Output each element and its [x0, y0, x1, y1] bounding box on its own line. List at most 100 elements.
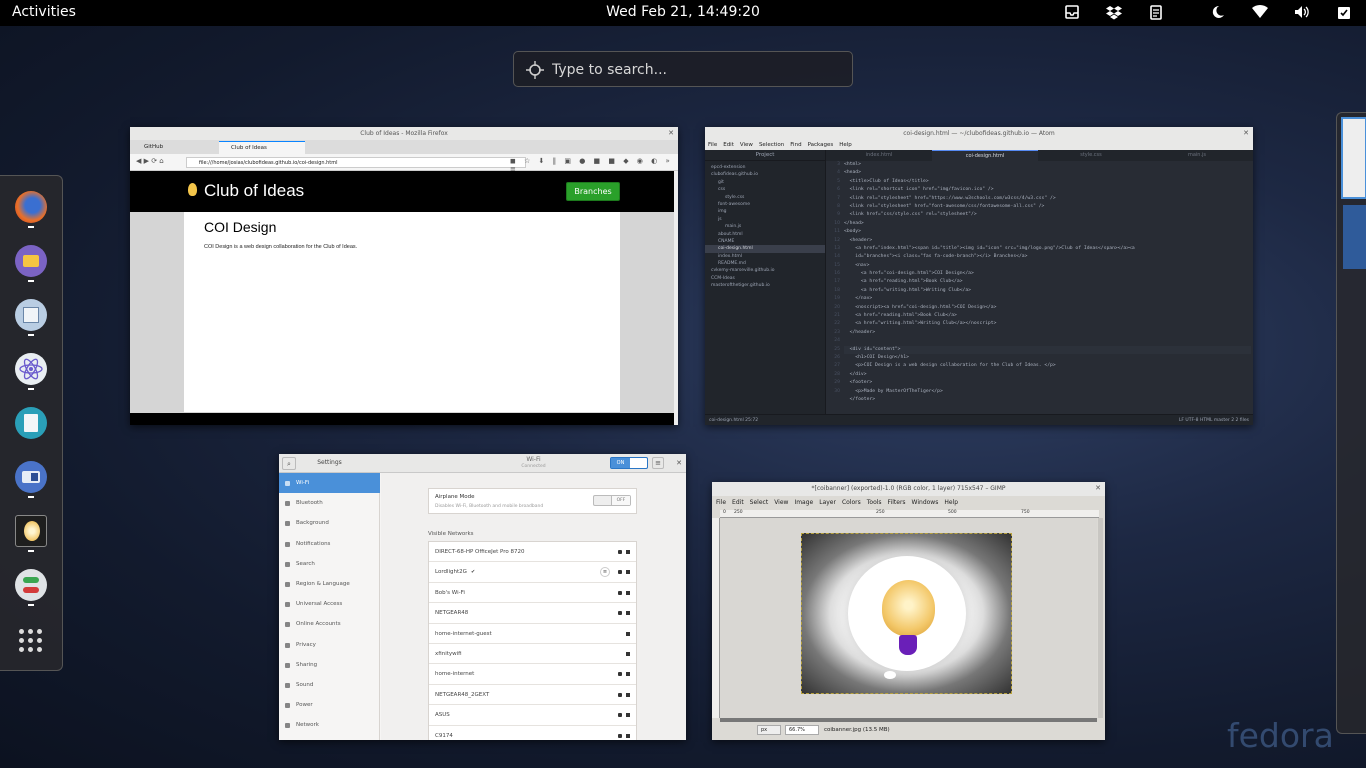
workspace-thumbnail-2[interactable] [1343, 205, 1366, 269]
menu-item[interactable]: Tools [867, 499, 882, 506]
close-icon[interactable]: ✕ [676, 457, 682, 470]
menu-item[interactable]: Help [944, 499, 958, 506]
workspace-thumbnail-1[interactable] [1341, 117, 1366, 199]
wifi-icon[interactable] [1252, 4, 1268, 20]
sidebar-item[interactable]: Region & Language [279, 574, 380, 594]
menu-item[interactable]: Image [794, 499, 813, 506]
network-row[interactable]: xfinitywifi [429, 644, 636, 665]
gimp-window[interactable]: *[coibanner] (exported)-1.0 (RGB color, … [712, 482, 1105, 740]
network-settings-icon[interactable]: ≡ [600, 567, 610, 578]
menu-item[interactable]: File [716, 499, 726, 506]
search-input[interactable] [552, 58, 842, 82]
sidebar-item[interactable]: Network [279, 715, 380, 735]
menu-item[interactable]: Select [750, 499, 769, 506]
sidebar-item[interactable]: Bluetooth [279, 493, 380, 513]
sidebar-item[interactable]: Power [279, 695, 380, 715]
image-coibanner[interactable] [801, 533, 1012, 694]
menu-item[interactable]: Selection [759, 142, 784, 148]
search-box[interactable] [513, 51, 853, 87]
text-editor-icon[interactable] [15, 407, 47, 439]
menu-item[interactable]: Find [790, 142, 801, 148]
menu-item[interactable]: Colors [842, 499, 861, 506]
system-menu-icon[interactable] [1336, 4, 1352, 20]
tree-item[interactable]: masterofthetiger.github.io [705, 282, 825, 289]
menu-item[interactable]: View [740, 142, 753, 148]
tab-club-of-ideas[interactable]: Club of Ideas [219, 141, 305, 154]
zoom-select[interactable]: 66.7% [785, 725, 819, 735]
menu-item[interactable]: View [774, 499, 788, 506]
close-icon[interactable]: ✕ [1243, 127, 1249, 140]
atom-window[interactable]: coi-design.html — ~/clubofideas.github.i… [705, 127, 1253, 425]
sidebar-item[interactable]: Sound [279, 675, 380, 695]
tree-item[interactable]: index.html [705, 253, 825, 260]
tree-item[interactable]: font-awesome [705, 201, 825, 208]
workspace-switcher[interactable] [1336, 112, 1366, 734]
menu-icon[interactable]: ≡ [652, 457, 664, 469]
scrollbar[interactable] [674, 171, 678, 425]
firefox-icon[interactable] [15, 191, 47, 223]
network-row[interactable]: home-internet [429, 664, 636, 685]
tree-item[interactable]: CCM-Ideas [705, 275, 825, 282]
tree-item[interactable]: cvkemy-marseville.github.io [705, 267, 825, 274]
image-canvas[interactable] [720, 518, 1097, 718]
code-area[interactable]: <html> <head> <title>Club of Ideas</title… [844, 161, 1251, 414]
nav-arrows-icon[interactable]: ◀ ▶ ⟳ ⌂ [136, 157, 164, 165]
clipboard-icon[interactable] [1148, 4, 1164, 20]
network-row[interactable]: Lordlight2G ✔ ≡ [429, 562, 636, 583]
network-row[interactable]: NETGEAR48 [429, 603, 636, 624]
network-row[interactable]: C9174 [429, 726, 636, 740]
tree-item[interactable]: main.js [705, 223, 825, 230]
editor-tab[interactable]: coi-design.html [932, 150, 1038, 161]
tree-item[interactable]: git [705, 179, 825, 186]
code-editor[interactable]: index.html coi-design.html style.css main.j… [826, 150, 1253, 414]
boxes-icon[interactable] [15, 461, 47, 493]
network-row[interactable]: ASUS [429, 705, 636, 726]
menu-item[interactable]: Layer [819, 499, 836, 506]
editor-tab[interactable]: main.js [1144, 150, 1250, 161]
menu-item[interactable]: Windows [912, 499, 939, 506]
sidebar-item[interactable]: Sharing [279, 655, 380, 675]
tree-item[interactable]: css [705, 186, 825, 193]
atom-icon[interactable] [15, 353, 47, 385]
editor-tab[interactable]: style.css [1038, 150, 1144, 161]
branches-button[interactable]: Branches [566, 182, 620, 201]
tab-github[interactable]: GitHub [132, 141, 218, 154]
sidebar-item[interactable]: Notifications [279, 534, 380, 554]
sidebar-item[interactable]: Privacy [279, 635, 380, 655]
tree-item[interactable]: js [705, 216, 825, 223]
files-icon[interactable] [15, 245, 47, 277]
sidebar-item[interactable]: Search [279, 554, 380, 574]
sidebar-item[interactable]: Online Accounts [279, 614, 380, 634]
volume-icon[interactable] [1294, 4, 1310, 20]
url-bar[interactable]: file:///home/josias/clubofideas.github.i… [186, 157, 526, 168]
tree-item[interactable]: epcd-extension [705, 164, 825, 171]
dropbox-icon[interactable] [1106, 4, 1122, 20]
menu-item[interactable]: Help [839, 142, 852, 148]
night-light-icon[interactable] [1210, 4, 1226, 20]
close-icon[interactable]: ✕ [668, 127, 674, 140]
toggles-icon[interactable] [15, 569, 47, 601]
unit-select[interactable]: px [757, 725, 781, 735]
tree-item[interactable]: README.md [705, 260, 825, 267]
menu-item[interactable]: File [708, 142, 717, 148]
settings-window[interactable]: ⌕ Settings Wi-Fi Connected ON ≡ ✕ Wi-Fi B… [279, 454, 686, 740]
menu-item[interactable]: Packages [808, 142, 834, 148]
tree-item[interactable]: clubofideas.github.io [705, 171, 825, 178]
editor-tab[interactable]: index.html [826, 150, 932, 161]
network-row[interactable]: NETGEAR48_2GEXT [429, 685, 636, 706]
close-icon[interactable]: ✕ [1095, 482, 1101, 495]
tree-item[interactable]: style.css [705, 194, 825, 201]
menu-item[interactable]: Edit [723, 142, 734, 148]
sidebar-item[interactable]: Universal Access [279, 594, 380, 614]
settings-tweaks-icon[interactable] [15, 299, 47, 331]
airplane-toggle[interactable]: OFF [593, 495, 631, 506]
network-row[interactable]: Bob's Wi-Fi [429, 583, 636, 604]
sidebar-item[interactable]: Background [279, 513, 380, 533]
sidebar-item[interactable]: Wi-Fi [279, 473, 380, 493]
inbox-icon[interactable] [1064, 4, 1080, 20]
network-row[interactable]: DIRECT-68-HP OfficeJet Pro 8720 [429, 542, 636, 563]
menu-item[interactable]: Filters [888, 499, 906, 506]
menu-item[interactable]: Edit [732, 499, 744, 506]
site-title[interactable]: Club of Ideas [204, 181, 304, 201]
tree-item[interactable]: about.html [705, 231, 825, 238]
